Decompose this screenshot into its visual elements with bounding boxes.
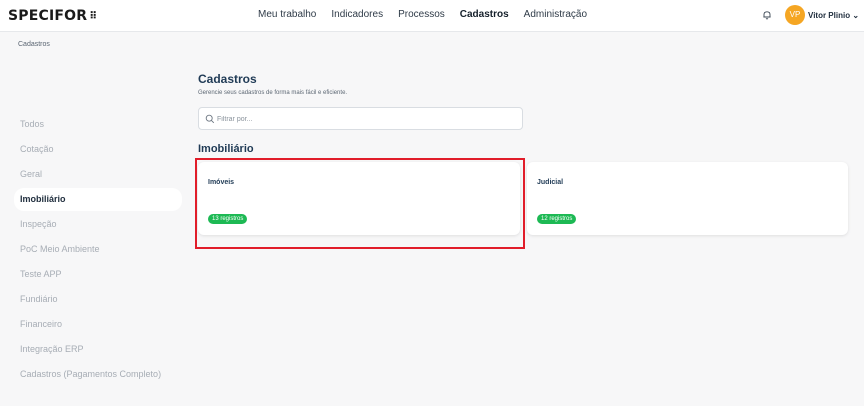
top-navbar: SPECIFOR ⠿ Meu trabalho Indicadores Proce… — [0, 0, 864, 32]
filter-input[interactable] — [217, 111, 507, 127]
card-title: Judicial — [537, 179, 564, 186]
user-menu[interactable]: Vitor Plinio ⌄ — [808, 11, 859, 20]
nav-item-indicadores[interactable]: Indicadores — [331, 9, 383, 20]
page-subtitle: Gerencie seus cadastros de forma mais fá… — [198, 90, 348, 96]
sidebar-item-fundiario[interactable]: Fundiário — [14, 288, 182, 311]
sidebar-item-inspecao[interactable]: Inspeção — [14, 213, 182, 236]
notification-bell-icon[interactable] — [762, 10, 772, 20]
card-judicial[interactable]: Judicial 12 registros — [527, 162, 848, 235]
sidebar-item-integracao-erp[interactable]: Integração ERP — [14, 338, 182, 361]
sidebar-item-financeiro[interactable]: Financeiro — [14, 313, 182, 336]
user-name: Vitor Plinio — [808, 11, 851, 20]
page-title: Cadastros — [198, 72, 257, 86]
nav-item-administracao[interactable]: Administração — [524, 9, 587, 20]
nav-item-cadastros[interactable]: Cadastros — [460, 9, 509, 20]
sidebar-item-poc-meio-ambiente[interactable]: PoC Meio Ambiente — [14, 238, 182, 261]
sidebar-item-teste-app[interactable]: Teste APP — [14, 263, 182, 286]
filter-box — [198, 107, 523, 130]
selection-highlight — [195, 158, 525, 249]
main-nav: Meu trabalho Indicadores Processos Cadas… — [258, 9, 587, 20]
records-badge: 12 registros — [537, 214, 577, 224]
sidebar: Todos Cotação Geral Imobiliário Inspeção… — [14, 113, 182, 388]
breadcrumb[interactable]: Cadastros — [18, 41, 50, 48]
logo-mark-icon: ⠿ — [89, 11, 98, 22]
sidebar-item-geral[interactable]: Geral — [14, 163, 182, 186]
search-icon — [205, 114, 215, 124]
sidebar-item-cadastros-pagamentos[interactable]: Cadastros (Pagamentos Completo) — [14, 363, 182, 386]
section-title: Imobiliário — [198, 143, 254, 155]
chevron-down-icon: ⌄ — [852, 11, 860, 20]
app-logo[interactable]: SPECIFOR ⠿ — [8, 8, 97, 24]
avatar[interactable]: VP — [785, 5, 805, 25]
logo-text: SPECIFOR — [8, 8, 88, 24]
sidebar-item-imobiliario[interactable]: Imobiliário — [14, 188, 182, 211]
nav-item-meu-trabalho[interactable]: Meu trabalho — [258, 9, 316, 20]
sidebar-item-todos[interactable]: Todos — [14, 113, 182, 136]
nav-item-processos[interactable]: Processos — [398, 9, 445, 20]
sidebar-item-cotacao[interactable]: Cotação — [14, 138, 182, 161]
